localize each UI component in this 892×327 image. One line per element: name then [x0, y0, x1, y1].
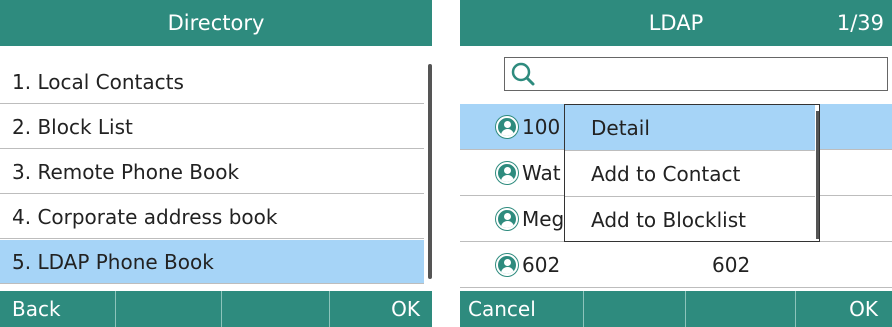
ok-softkey[interactable]: OK [796, 291, 892, 327]
contact-avatar-icon [496, 116, 518, 138]
popup-item-label: Add to Blocklist [591, 208, 746, 232]
softkey-empty-2[interactable] [116, 291, 222, 327]
ldap-softkey-bar: Cancel OK [460, 291, 892, 327]
directory-title-bar: Directory [0, 0, 432, 46]
contact-options-popup: Detail Add to Contact Add to Blocklist [564, 104, 820, 242]
directory-softkey-bar: Back OK [0, 291, 432, 327]
contact-avatar-icon [496, 254, 518, 276]
contact-name: Meg [522, 207, 565, 231]
menu-item-ldap-phone-book[interactable]: 5. LDAP Phone Book [0, 240, 424, 284]
menu-item-remote-phone-book[interactable]: 3. Remote Phone Book [0, 150, 424, 194]
menu-item-label: 5. LDAP Phone Book [12, 250, 214, 274]
contact-name: Wat [522, 161, 561, 185]
contact-number: 602 [712, 253, 751, 277]
menu-item-block-list[interactable]: 2. Block List [0, 105, 424, 149]
contact-avatar-icon [496, 162, 518, 184]
popup-scrollbar[interactable] [816, 111, 819, 239]
popup-item-add-to-contact[interactable]: Add to Contact [565, 151, 815, 197]
softkey-empty-3[interactable] [222, 291, 330, 327]
popup-item-add-to-blocklist[interactable]: Add to Blocklist [565, 197, 815, 243]
softkey-empty-3[interactable] [686, 291, 796, 327]
menu-item-label: 2. Block List [12, 115, 133, 139]
menu-item-label: 4. Corporate address book [12, 205, 278, 229]
popup-item-detail[interactable]: Detail [565, 105, 815, 151]
ldap-result-counter: 1/39 [836, 11, 884, 35]
ldap-screen: LDAP 1/39 100 Wat Meg 602 602 Detail Add… [460, 0, 892, 327]
directory-screen: Directory 1. Local Contacts 2. Block Lis… [0, 0, 432, 327]
ldap-title: LDAP [648, 11, 704, 35]
contact-name: 100 [522, 115, 561, 139]
ldap-search-input[interactable] [504, 57, 888, 91]
menu-item-label: 3. Remote Phone Book [12, 160, 240, 184]
contact-row[interactable]: 602 602 [460, 242, 892, 288]
search-icon [511, 62, 535, 86]
popup-item-label: Detail [591, 116, 650, 140]
ldap-title-bar: LDAP 1/39 [460, 0, 892, 46]
menu-item-corporate-address-book[interactable]: 4. Corporate address book [0, 195, 424, 239]
menu-item-label: 1. Local Contacts [12, 70, 184, 94]
back-softkey[interactable]: Back [0, 291, 116, 327]
directory-scrollbar[interactable] [428, 64, 432, 279]
directory-title: Directory [167, 11, 265, 35]
ok-softkey[interactable]: OK [330, 291, 432, 327]
popup-item-label: Add to Contact [591, 162, 741, 186]
contact-avatar-icon [496, 208, 518, 230]
softkey-empty-2[interactable] [584, 291, 686, 327]
menu-item-local-contacts[interactable]: 1. Local Contacts [0, 60, 424, 104]
cancel-softkey[interactable]: Cancel [460, 291, 584, 327]
contact-name: 602 [522, 253, 561, 277]
